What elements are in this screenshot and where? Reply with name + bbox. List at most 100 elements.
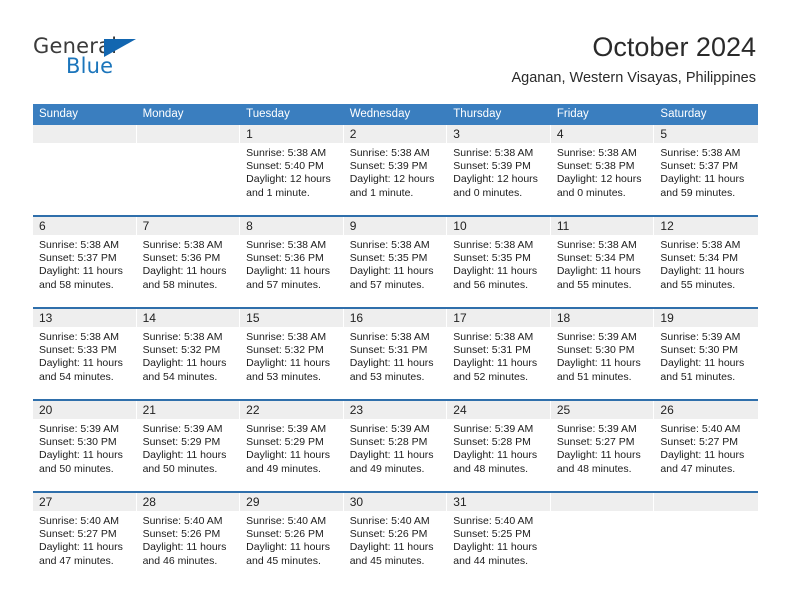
sunset-text: Sunset: 5:35 PM <box>453 252 531 265</box>
day-number: 10 <box>453 219 467 233</box>
sunset-text: Sunset: 5:30 PM <box>556 344 635 357</box>
day-number-band <box>136 125 240 143</box>
day-cell[interactable]: 8 Sunrise: 5:38 AM Sunset: 5:36 PM Dayli… <box>240 217 344 307</box>
day-cell[interactable] <box>33 125 137 215</box>
weekday-header-friday: Friday <box>556 108 589 120</box>
daylight-text-line1: Daylight: 11 hours <box>556 357 641 370</box>
day-number-band: 26 <box>654 401 758 419</box>
day-number: 19 <box>660 311 674 325</box>
day-cell[interactable]: 14 Sunrise: 5:38 AM Sunset: 5:32 PM Dayl… <box>136 309 241 399</box>
daylight-text-line2: and 57 minutes. <box>246 278 321 291</box>
day-cell[interactable]: 27 Sunrise: 5:40 AM Sunset: 5:27 PM Dayl… <box>33 493 137 583</box>
sunrise-text: Sunrise: 5:38 AM <box>142 239 223 251</box>
daylight-text-line1: Daylight: 11 hours <box>453 357 538 370</box>
sunrise-text: Sunrise: 5:38 AM <box>556 147 637 159</box>
day-number-band: 24 <box>447 401 550 419</box>
weekday-header-tuesday: Tuesday <box>246 108 290 120</box>
day-cell[interactable]: 18 Sunrise: 5:39 AM Sunset: 5:30 PM Dayl… <box>550 309 655 399</box>
day-cell[interactable]: 1 Sunrise: 5:38 AM Sunset: 5:40 PM Dayli… <box>240 125 344 215</box>
daylight-text-line2: and 54 minutes. <box>142 370 218 383</box>
day-cell[interactable]: 3 Sunrise: 5:38 AM Sunset: 5:39 PM Dayli… <box>447 125 551 215</box>
daylight-text-line2: and 52 minutes. <box>453 370 528 383</box>
sunrise-text: Sunrise: 5:38 AM <box>660 147 741 159</box>
day-cell[interactable]: 29 Sunrise: 5:40 AM Sunset: 5:26 PM Dayl… <box>240 493 344 583</box>
day-cell[interactable]: 2 Sunrise: 5:38 AM Sunset: 5:39 PM Dayli… <box>343 125 448 215</box>
sunset-text: Sunset: 5:39 PM <box>349 160 428 173</box>
daylight-text-line1: Daylight: 11 hours <box>660 173 745 186</box>
daylight-text-line1: Daylight: 11 hours <box>453 541 538 554</box>
day-number: 24 <box>453 403 467 417</box>
sunrise-text: Sunrise: 5:38 AM <box>246 331 327 343</box>
day-cell[interactable]: 30 Sunrise: 5:40 AM Sunset: 5:26 PM Dayl… <box>343 493 448 583</box>
day-cell[interactable]: 15 Sunrise: 5:38 AM Sunset: 5:32 PM Dayl… <box>240 309 344 399</box>
day-number-band: 17 <box>447 309 550 327</box>
day-number-band: 22 <box>240 401 343 419</box>
sunset-text: Sunset: 5:27 PM <box>556 436 635 449</box>
day-cell[interactable]: 16 Sunrise: 5:38 AM Sunset: 5:31 PM Dayl… <box>343 309 448 399</box>
day-number-band: 28 <box>136 493 240 511</box>
day-cell[interactable]: 26 Sunrise: 5:40 AM Sunset: 5:27 PM Dayl… <box>654 401 758 491</box>
day-number: 16 <box>349 311 364 325</box>
day-cell[interactable]: 13 Sunrise: 5:38 AM Sunset: 5:33 PM Dayl… <box>33 309 137 399</box>
sunset-text: Sunset: 5:38 PM <box>556 160 635 173</box>
day-cell[interactable] <box>550 493 655 583</box>
daylight-text-line2: and 46 minutes. <box>142 554 218 567</box>
daylight-text-line1: Daylight: 12 hours <box>556 173 642 186</box>
day-cell[interactable]: 17 Sunrise: 5:38 AM Sunset: 5:31 PM Dayl… <box>447 309 551 399</box>
day-cell[interactable]: 31 Sunrise: 5:40 AM Sunset: 5:25 PM Dayl… <box>447 493 551 583</box>
day-number-band: 8 <box>240 217 343 235</box>
day-cell[interactable]: 6 Sunrise: 5:38 AM Sunset: 5:37 PM Dayli… <box>33 217 137 307</box>
day-number: 27 <box>39 495 53 509</box>
weekday-header-sunday: Sunday <box>39 108 79 120</box>
day-cell[interactable]: 10 Sunrise: 5:38 AM Sunset: 5:35 PM Dayl… <box>447 217 551 307</box>
day-cell[interactable]: 9 Sunrise: 5:38 AM Sunset: 5:35 PM Dayli… <box>343 217 448 307</box>
day-cell[interactable] <box>654 493 758 583</box>
day-cell[interactable]: 11 Sunrise: 5:38 AM Sunset: 5:34 PM Dayl… <box>550 217 655 307</box>
day-number-band: 3 <box>447 125 550 143</box>
day-cell[interactable]: 5 Sunrise: 5:38 AM Sunset: 5:37 PM Dayli… <box>654 125 758 215</box>
sunrise-text: Sunrise: 5:40 AM <box>142 515 223 527</box>
day-number-band: 31 <box>447 493 550 511</box>
daylight-text-line2: and 50 minutes. <box>39 462 114 475</box>
daylight-text-line2: and 47 minutes. <box>660 462 736 475</box>
day-cell[interactable] <box>136 125 241 215</box>
daylight-text-line2: and 59 minutes. <box>660 186 736 199</box>
daylight-text-line2: and 44 minutes. <box>453 554 528 567</box>
day-number: 13 <box>39 311 53 325</box>
sunset-text: Sunset: 5:26 PM <box>349 528 428 541</box>
day-details: Sunrise: 5:38 AM Sunset: 5:37 PM Dayligh… <box>654 143 758 200</box>
day-cell[interactable]: 12 Sunrise: 5:38 AM Sunset: 5:34 PM Dayl… <box>654 217 758 307</box>
sunset-text: Sunset: 5:40 PM <box>246 160 324 173</box>
sunrise-text: Sunrise: 5:38 AM <box>660 239 741 251</box>
day-cell[interactable]: 7 Sunrise: 5:38 AM Sunset: 5:36 PM Dayli… <box>136 217 241 307</box>
day-cell[interactable]: 24 Sunrise: 5:39 AM Sunset: 5:28 PM Dayl… <box>447 401 551 491</box>
sunset-text: Sunset: 5:30 PM <box>39 436 117 449</box>
daylight-text-line1: Daylight: 11 hours <box>142 449 227 462</box>
day-cell[interactable]: 21 Sunrise: 5:39 AM Sunset: 5:29 PM Dayl… <box>136 401 241 491</box>
daylight-text-line2: and 50 minutes. <box>142 462 218 475</box>
day-number: 28 <box>142 495 156 509</box>
day-cell[interactable]: 25 Sunrise: 5:39 AM Sunset: 5:27 PM Dayl… <box>550 401 655 491</box>
day-cell[interactable]: 19 Sunrise: 5:39 AM Sunset: 5:30 PM Dayl… <box>654 309 758 399</box>
day-number: 20 <box>39 403 53 417</box>
day-number-band: 4 <box>550 125 654 143</box>
brand-name-blue: Blue <box>66 54 114 78</box>
day-details: Sunrise: 5:39 AM Sunset: 5:28 PM Dayligh… <box>344 419 447 476</box>
page-header: General Blue October 2024 Aganan, Wester… <box>0 0 792 100</box>
week-row: 1 Sunrise: 5:38 AM Sunset: 5:40 PM Dayli… <box>33 125 758 215</box>
sunrise-text: Sunrise: 5:39 AM <box>556 423 637 435</box>
day-cell[interactable]: 20 Sunrise: 5:39 AM Sunset: 5:30 PM Dayl… <box>33 401 137 491</box>
day-details: Sunrise: 5:38 AM Sunset: 5:39 PM Dayligh… <box>344 143 447 200</box>
sunrise-text: Sunrise: 5:39 AM <box>556 331 637 343</box>
brand-logo[interactable]: General Blue <box>33 36 213 88</box>
day-number-band <box>550 493 654 511</box>
daylight-text-line2: and 57 minutes. <box>349 278 425 291</box>
weekday-header-saturday: Saturday <box>660 108 707 120</box>
day-cell[interactable]: 23 Sunrise: 5:39 AM Sunset: 5:28 PM Dayl… <box>343 401 448 491</box>
day-details: Sunrise: 5:39 AM Sunset: 5:29 PM Dayligh… <box>240 419 343 476</box>
sunset-text: Sunset: 5:27 PM <box>660 436 739 449</box>
day-cell[interactable]: 28 Sunrise: 5:40 AM Sunset: 5:26 PM Dayl… <box>136 493 241 583</box>
daylight-text-line2: and 53 minutes. <box>246 370 321 383</box>
day-cell[interactable]: 22 Sunrise: 5:39 AM Sunset: 5:29 PM Dayl… <box>240 401 344 491</box>
day-cell[interactable]: 4 Sunrise: 5:38 AM Sunset: 5:38 PM Dayli… <box>550 125 655 215</box>
